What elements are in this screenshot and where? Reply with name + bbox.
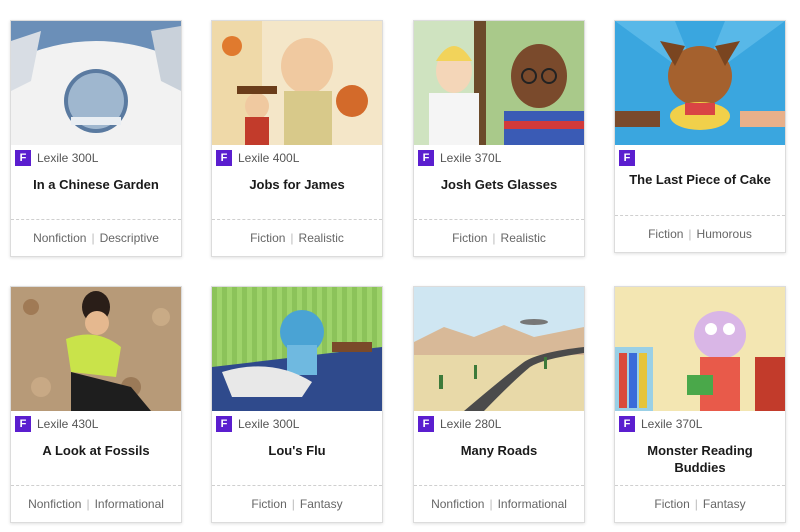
book-title[interactable]: Lou's Flu (218, 442, 376, 459)
genre-tag: Nonfiction (28, 497, 82, 511)
tag-separator: | (492, 231, 496, 245)
fiction-badge: F (216, 416, 232, 432)
genre-tag: Fiction (251, 497, 287, 511)
tag-separator: | (91, 231, 95, 245)
fiction-badge: F (619, 150, 635, 166)
book-title[interactable]: Jobs for James (218, 176, 376, 193)
fiction-badge: F (418, 416, 434, 432)
book-cover-image[interactable] (212, 287, 382, 411)
book-genre-tags: Nonfiction | Informational (414, 497, 584, 511)
lexile-level: Lexile 370L (440, 151, 502, 165)
book-title[interactable]: In a Chinese Garden (17, 176, 175, 193)
tag-separator: | (291, 497, 295, 511)
book-meta: F Lexile 300L (216, 415, 299, 433)
book-title[interactable]: A Look at Fossils (17, 442, 175, 459)
fiction-badge: F (15, 416, 31, 432)
book-cover-image[interactable] (414, 287, 584, 411)
book-title[interactable]: Many Roads (420, 442, 578, 459)
card-divider (11, 485, 181, 486)
book-meta: F Lexile 370L (619, 415, 702, 433)
genre-tag: Nonfiction (431, 497, 485, 511)
book-card[interactable]: F Lexile 370L Monster Reading Buddies Fi… (614, 286, 786, 523)
subgenre-tag: Fantasy (702, 497, 746, 511)
card-divider (414, 485, 584, 486)
tag-separator: | (694, 497, 698, 511)
genre-tag: Nonfiction (33, 231, 87, 245)
lexile-level: Lexile 300L (37, 151, 99, 165)
book-meta: F Lexile 280L (418, 415, 501, 433)
book-title[interactable]: Monster Reading Buddies (621, 442, 779, 476)
lexile-level: Lexile 430L (37, 417, 99, 431)
genre-tag: Fiction (452, 231, 488, 245)
book-genre-tags: Fiction | Fantasy (212, 497, 382, 511)
subgenre-tag: Realistic (500, 231, 546, 245)
book-genre-tags: Fiction | Fantasy (615, 497, 785, 511)
fiction-badge: F (15, 150, 31, 166)
book-meta: F (619, 149, 641, 167)
book-meta: F Lexile 370L (418, 149, 501, 167)
card-divider (212, 219, 382, 220)
card-divider (414, 219, 584, 220)
book-cover-image[interactable] (414, 21, 584, 145)
book-meta: F Lexile 300L (15, 149, 98, 167)
book-genre-tags: Nonfiction | Descriptive (11, 231, 181, 245)
lexile-level: Lexile 300L (238, 417, 300, 431)
card-divider (11, 219, 181, 220)
book-card[interactable]: F Lexile 430L A Look at Fossils Nonficti… (10, 286, 182, 523)
book-card[interactable]: F Lexile 300L Lou's Flu Fiction | Fantasy (211, 286, 383, 523)
book-genre-tags: Fiction | Humorous (615, 227, 785, 241)
book-card[interactable]: F Lexile 370L Josh Gets Glasses Fiction |… (413, 20, 585, 257)
book-cover-image[interactable] (11, 21, 181, 145)
subgenre-tag: Descriptive (99, 231, 159, 245)
genre-tag: Fiction (648, 227, 684, 241)
book-cover-image[interactable] (615, 287, 785, 411)
subgenre-tag: Informational (94, 497, 164, 511)
book-meta: F Lexile 400L (216, 149, 299, 167)
tag-separator: | (489, 497, 493, 511)
tag-separator: | (86, 497, 90, 511)
lexile-level: Lexile 370L (641, 417, 703, 431)
book-genre-tags: Fiction | Realistic (414, 231, 584, 245)
book-cover-image[interactable] (11, 287, 181, 411)
book-cover-image[interactable] (615, 21, 785, 145)
tag-separator: | (290, 231, 294, 245)
fiction-badge: F (619, 416, 635, 432)
book-title[interactable]: The Last Piece of Cake (621, 171, 779, 188)
subgenre-tag: Informational (497, 497, 567, 511)
book-genre-tags: Nonfiction | Informational (11, 497, 181, 511)
tag-separator: | (688, 227, 692, 241)
book-title[interactable]: Josh Gets Glasses (420, 176, 578, 193)
book-card[interactable]: F Lexile 280L Many Roads Nonfiction | Info… (413, 286, 585, 523)
book-meta: F Lexile 430L (15, 415, 98, 433)
lexile-level: Lexile 400L (238, 151, 300, 165)
fiction-badge: F (216, 150, 232, 166)
genre-tag: Fiction (250, 231, 286, 245)
card-divider (615, 215, 785, 216)
book-card[interactable]: F The Last Piece of Cake Fiction | Humorou… (614, 20, 786, 253)
subgenre-tag: Fantasy (299, 497, 343, 511)
book-card[interactable]: F Lexile 300L In a Chinese Garden Nonfic… (10, 20, 182, 257)
lexile-level: Lexile 280L (440, 417, 502, 431)
book-card[interactable]: F Lexile 400L Jobs for James Fiction | Rea… (211, 20, 383, 257)
subgenre-tag: Humorous (696, 227, 752, 241)
fiction-badge: F (418, 150, 434, 166)
book-genre-tags: Fiction | Realistic (212, 231, 382, 245)
card-divider (212, 485, 382, 486)
book-cover-image[interactable] (212, 21, 382, 145)
genre-tag: Fiction (654, 497, 690, 511)
card-divider (615, 485, 785, 486)
subgenre-tag: Realistic (298, 231, 344, 245)
